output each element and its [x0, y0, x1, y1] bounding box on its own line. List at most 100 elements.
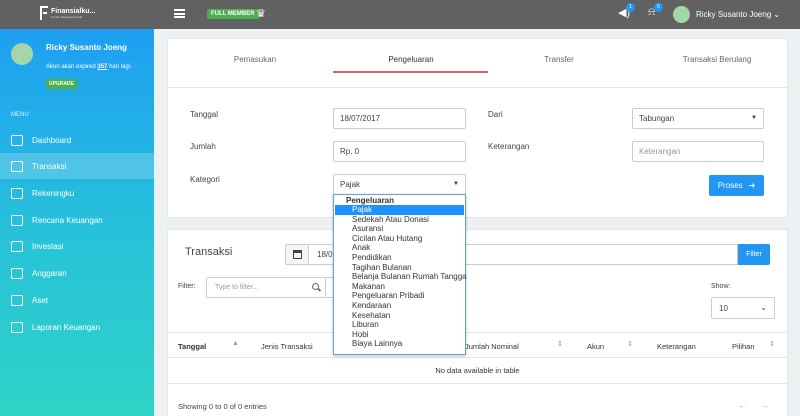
sidebar-item-investasi[interactable]: Investasi [0, 233, 154, 259]
kategori-dropdown-list: Pengeluaran Pajak Sedekah Atau Donasi As… [333, 194, 467, 355]
dropdown-option[interactable]: Tagihan Bulanan [335, 263, 464, 273]
sidebar-item-label: Aset [32, 295, 49, 305]
dropdown-option[interactable]: Kendaraan [335, 301, 464, 311]
asset-icon [11, 294, 23, 306]
column-header-pilihan[interactable]: Pilihan [732, 342, 755, 351]
sidebar-item-transaksi[interactable]: Transaksi [0, 153, 154, 179]
column-header-akun[interactable]: Akun [587, 342, 604, 351]
entries-info: Showing 0 to 0 of 0 entries [178, 402, 267, 411]
tanggal-field[interactable]: 18/07/2017 [333, 108, 466, 129]
dropdown-option[interactable]: Pendidikan [335, 253, 464, 263]
keterangan-field[interactable]: Keterangan [632, 141, 764, 162]
dropdown-option[interactable]: Asuransi [335, 224, 464, 234]
tab-transfer[interactable]: Transfer [484, 55, 634, 64]
logo-mark-icon [40, 6, 48, 20]
user-menu[interactable]: Ricky Susanto Joeng ⌄ [696, 10, 780, 19]
investment-icon [11, 240, 23, 252]
sidebar-item-anggaran[interactable]: Anggaran [0, 260, 154, 286]
sidebar-item-label: Investasi [32, 241, 64, 251]
active-tab-indicator [333, 71, 488, 73]
expiry-suffix: hari lagi. [109, 64, 132, 70]
tabs-divider [167, 87, 788, 88]
empty-table-message: No data available in table [167, 358, 788, 384]
transaction-icon [11, 160, 23, 172]
sort-icon[interactable]: ⇕ [627, 340, 633, 348]
dropdown-group-label: Pengeluaran [346, 196, 395, 205]
calendar-button[interactable] [285, 244, 308, 265]
search-icon[interactable] [312, 283, 319, 290]
chevron-down-icon: ⌄ [773, 10, 781, 19]
column-header-jenis-transaksi[interactable]: Jenis Transaksi [261, 342, 313, 351]
next-page-button[interactable]: → [760, 400, 769, 410]
sort-asc-icon[interactable]: ▲ [232, 340, 239, 347]
bank-icon [11, 187, 23, 199]
column-header-keterangan[interactable]: Keterangan [657, 342, 696, 351]
sidebar-item-rekeningku[interactable]: Rekeningku [0, 180, 154, 206]
jumlah-label: Jumlah [190, 142, 216, 151]
avatar[interactable] [673, 6, 690, 23]
member-badge: FULL MEMBER [207, 9, 259, 19]
dropdown-option[interactable]: Kesehatan [335, 311, 464, 321]
sort-icon[interactable]: ⇕ [769, 340, 775, 348]
dropdown-option[interactable]: Sedekah Atau Donasi [335, 215, 464, 225]
dropdown-option[interactable]: Biaya Lainnya [335, 339, 464, 349]
sort-icon[interactable]: ⇕ [557, 340, 563, 348]
tab-pengeluaran[interactable]: Pengeluaran [336, 55, 486, 64]
menu-heading: MENU [11, 112, 29, 118]
sidebar-item-dashboard[interactable]: Dashboard [0, 127, 154, 153]
filter-button[interactable]: Filter [738, 244, 770, 265]
dropdown-option[interactable]: Anak [335, 243, 464, 253]
dropdown-option[interactable]: Pengeluaran Pribadi [335, 291, 464, 301]
tanggal-label: Tanggal [190, 110, 219, 119]
column-header-tanggal[interactable]: Tanggal [178, 342, 206, 351]
tab-pemasukan[interactable]: Pemasukan [180, 55, 330, 64]
notification-count-badge: 1 [626, 3, 635, 12]
dari-label: Dari [488, 110, 503, 119]
kategori-label: Kategori [190, 175, 220, 184]
sidebar-item-label: Dashboard [32, 135, 72, 145]
plan-icon [11, 214, 23, 226]
user-name: Ricky Susanto Joeng [696, 10, 772, 19]
crown-icon: ♛ [256, 8, 266, 20]
app-logo[interactable]: Finansialku... Teman Keuangan Anda [40, 6, 95, 20]
sidebar-item-label: Anggaran [32, 268, 67, 278]
show-label: Show: [711, 283, 731, 290]
type-filter-input[interactable]: Type to filter... [206, 277, 326, 298]
upgrade-button[interactable]: UPGRADE [46, 79, 78, 89]
logo-subtext: Teman Keuangan Anda [51, 14, 83, 19]
sidebar-item-label: Rencana Keuangan [32, 215, 103, 225]
calendar-icon [292, 250, 302, 259]
column-header-jumlah-nominal[interactable]: Jumlah Nominal [465, 342, 519, 351]
sidebar-item-rencana-keuangan[interactable]: Rencana Keuangan [0, 207, 154, 233]
sidebar-item-laporan-keuangan[interactable]: Laporan Keuangan [0, 314, 154, 340]
dropdown-option[interactable]: Makanan [335, 282, 464, 292]
jumlah-field[interactable]: Rp. 0 [333, 141, 466, 162]
previous-page-button[interactable]: ← [738, 400, 747, 410]
kategori-select[interactable]: Pajak ▼ [333, 174, 466, 195]
page-size-select[interactable]: 10 ⌄ [711, 297, 775, 319]
dari-select[interactable]: Tabungan ▼ [632, 108, 764, 129]
dropdown-option[interactable]: Cicilan Atau Hutang [335, 234, 464, 244]
tab-transaksi-berulang[interactable]: Transaksi Berulang [642, 55, 792, 64]
sidebar: Ricky Susanto Joeng Akun akan expired 35… [0, 29, 154, 416]
page-size-value: 10 [719, 303, 728, 313]
proses-button[interactable]: Proses ➔ [709, 175, 764, 196]
dropdown-option[interactable]: Pajak [335, 205, 464, 215]
sidebar-item-label: Rekeningku [32, 188, 75, 198]
kategori-value: Pajak [340, 180, 361, 189]
arrow-right-icon: ➔ [748, 181, 756, 190]
dropdown-option[interactable]: Belanja Bulanan Rumah Tangga [335, 272, 467, 282]
filter-label: Filter: [178, 283, 196, 290]
dropdown-option[interactable]: Liburan [335, 320, 464, 330]
folder-icon [11, 321, 23, 333]
budget-icon [11, 267, 23, 279]
bell-count-badge: 0 [654, 3, 663, 12]
table-header: Tanggal ▲ Jenis Transaksi Jumlah Nominal… [167, 332, 788, 358]
expiry-days: 357 [97, 64, 108, 70]
account-expiry-text: Akun akan expired 357 hari lagi. [46, 64, 132, 70]
sidebar-user-name: Ricky Susanto Joeng [46, 43, 127, 52]
caret-down-icon: ▼ [453, 181, 459, 187]
dropdown-option[interactable]: Hobi [335, 330, 464, 340]
sidebar-item-aset[interactable]: Aset [0, 287, 154, 313]
menu-icon[interactable] [174, 9, 185, 18]
